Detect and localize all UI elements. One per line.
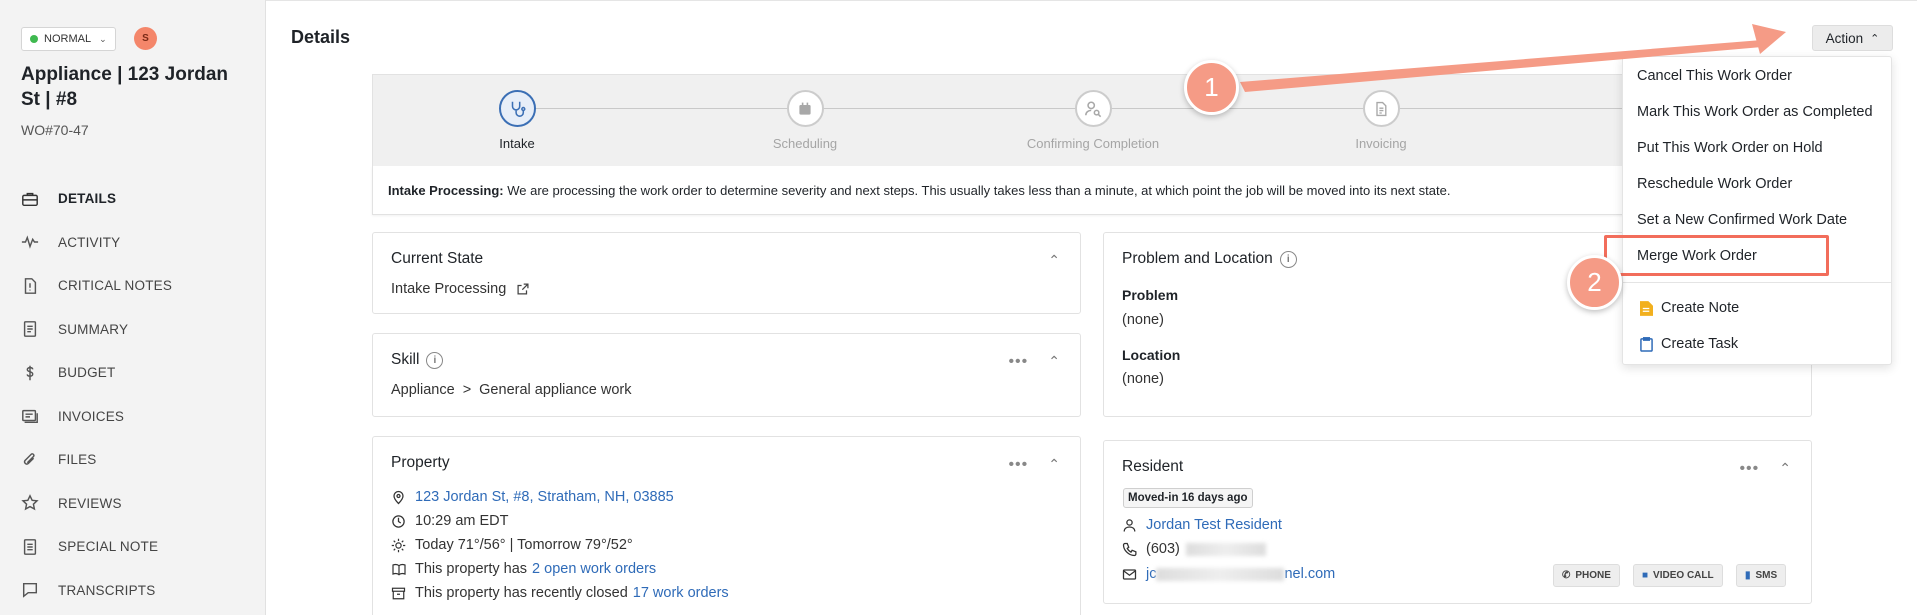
annotation-arrow (1240, 24, 1786, 92)
callout-2: 2 (1567, 255, 1622, 310)
callout-1: 1 (1184, 60, 1239, 115)
